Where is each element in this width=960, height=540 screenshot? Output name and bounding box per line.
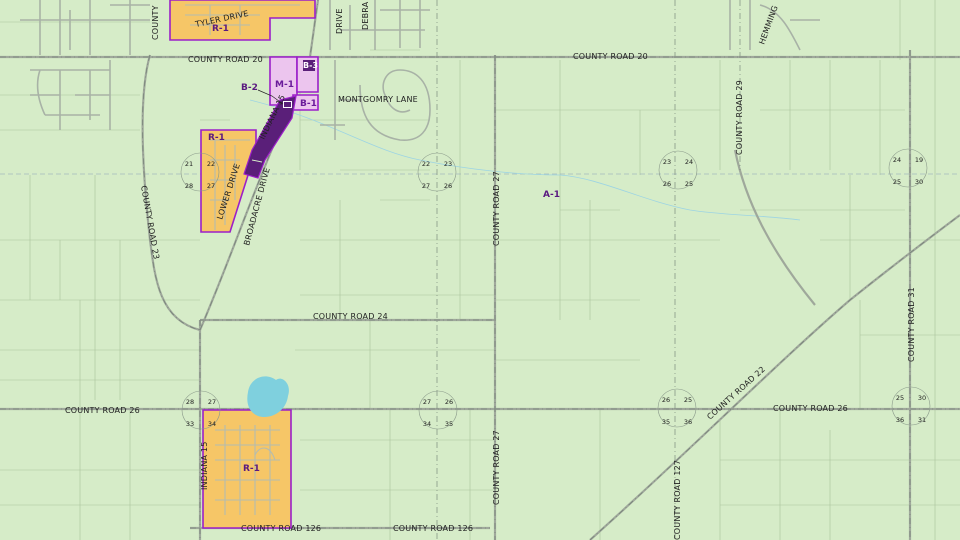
label-montgomry: MONTGOMRY LANE [338,95,418,104]
zone-b1[interactable]: B-1 [292,94,319,111]
zone-label-a1: A-1 [543,190,560,200]
svg-text:28: 28 [186,398,194,406]
svg-text:30: 30 [918,394,926,402]
label-cr31: COUNTY ROAD 31 [907,287,916,362]
svg-text:35: 35 [662,418,670,426]
zone-label-r1-west: R-1 [208,133,225,143]
svg-text:26: 26 [662,396,670,404]
label-cr20: COUNTY ROAD 20 [188,55,263,64]
svg-text:27: 27 [422,182,430,190]
svg-text:34: 34 [423,420,431,428]
svg-text:21: 21 [185,160,193,168]
svg-text:23: 23 [663,158,671,166]
svg-text:26: 26 [663,180,671,188]
svg-text:25: 25 [684,396,692,404]
svg-text:36: 36 [684,418,692,426]
label-indiana15-south: INDIANA 15 [200,441,209,490]
label-cr29: COUNTY ROAD 29 [735,80,744,155]
zoning-map[interactable]: R-1 R-1 R-1 M-1 B-3 B-1 B-2 A-1 COUNTY R… [0,0,960,540]
label-cr27: COUNTY ROAD 27 [492,171,501,246]
zone-label-b1: B-1 [300,99,317,109]
svg-text:27: 27 [207,182,215,190]
zone-label-r1-south: R-1 [243,464,260,474]
label-cr26-west: COUNTY ROAD 26 [65,406,140,415]
svg-text:27: 27 [423,398,431,406]
label-cr127: COUNTY ROAD 127 [673,460,682,540]
svg-text:25: 25 [893,178,901,186]
svg-text:35: 35 [445,420,453,428]
svg-text:24: 24 [893,156,901,164]
label-cr26-east: COUNTY ROAD 26 [773,404,848,413]
svg-text:19: 19 [915,156,923,164]
label-cr24: COUNTY ROAD 24 [313,312,388,321]
svg-text:31: 31 [918,416,926,424]
zone-b3[interactable]: B-3 [296,56,319,93]
svg-text:30: 30 [915,178,923,186]
zone-r1-south[interactable]: R-1 [202,409,292,529]
label-cr27-south: COUNTY ROAD 27 [492,430,501,505]
label-cr20-east: COUNTY ROAD 20 [573,52,648,61]
svg-text:25: 25 [896,394,904,402]
label-county-top: COUNTY [151,5,160,40]
label-cr126-east: COUNTY ROAD 126 [393,524,473,533]
svg-text:22: 22 [207,160,215,168]
label-cr126-west: COUNTY ROAD 126 [241,524,321,533]
svg-text:36: 36 [896,416,904,424]
svg-text:23: 23 [444,160,452,168]
label-drive-top: DRIVE [335,8,344,34]
svg-text:26: 26 [445,398,453,406]
zone-label-b2: B-2 [241,83,258,93]
label-debra: DEBRA [361,1,370,30]
svg-text:25: 25 [685,180,693,188]
zone-label-r1-north: R-1 [212,24,229,34]
zone-label-m1: M-1 [275,80,294,90]
svg-text:28: 28 [185,182,193,190]
zone-label-b3: B-3 [303,61,318,70]
svg-text:27: 27 [208,398,216,406]
svg-text:24: 24 [685,158,693,166]
svg-text:26: 26 [444,182,452,190]
svg-text:22: 22 [422,160,430,168]
svg-text:33: 33 [186,420,194,428]
svg-text:34: 34 [208,420,216,428]
